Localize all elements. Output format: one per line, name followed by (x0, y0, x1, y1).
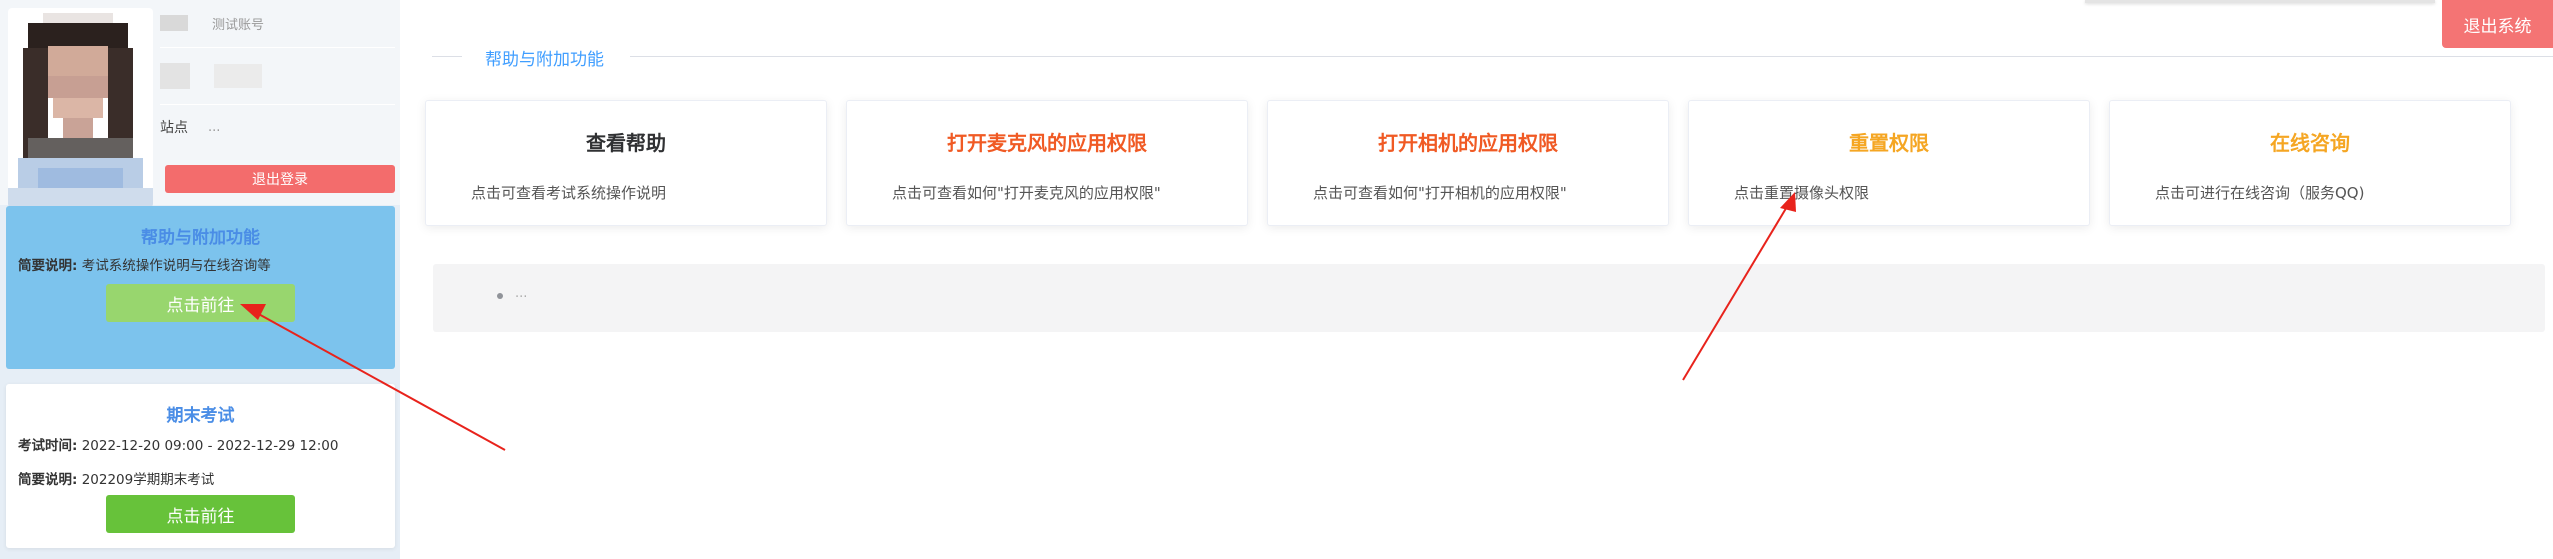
exam-time-value: 2022-12-20 09:00 - 2022-12-29 12:00 (81, 438, 339, 454)
name-label (160, 63, 190, 89)
func-card-camera[interactable]: 打开相机的应用权限 点击可查看如何"打开相机的应用权限" (1267, 100, 1669, 226)
logout-button[interactable]: 退出登录 (165, 165, 395, 193)
station-label: 站点 (160, 120, 188, 136)
func-card-desc: 点击重置摄像头权限 (1734, 184, 1870, 202)
exam-summary-value: 202209学期期末考试 (81, 472, 215, 488)
content-panel: ... (433, 264, 2545, 332)
name-value (214, 64, 262, 88)
panel-text: ... (515, 286, 528, 301)
func-card-microphone[interactable]: 打开麦克风的应用权限 点击可查看如何"打开麦克风的应用权限" (846, 100, 1248, 226)
func-card-title: 打开麦克风的应用权限 (947, 131, 1147, 155)
section-title: 帮助与附加功能 (485, 50, 604, 70)
name-row (160, 55, 395, 97)
func-card-desc: 点击可进行在线咨询（服务QQ) (2155, 184, 2365, 202)
avatar (8, 8, 153, 208)
exam-card-title: 期末考试 (166, 406, 235, 426)
help-go-button[interactable]: 点击前往 (106, 284, 295, 322)
station-value: ... (208, 119, 221, 135)
sidebar: 测试账号 站点 ... 退出登录 帮助与附加功能 简要说明: 考试系统操作说明与… (0, 0, 400, 559)
profile-panel: 测试账号 站点 ... 退出登录 (0, 0, 400, 208)
bullet-icon (497, 293, 503, 299)
divider (160, 104, 395, 105)
func-card-help[interactable]: 查看帮助 点击可查看考试系统操作说明 (425, 100, 827, 226)
exam-go-button[interactable]: 点击前往 (106, 495, 295, 533)
account-row: 测试账号 (160, 2, 395, 44)
help-summary-label: 简要说明: (18, 258, 78, 274)
func-card-title: 重置权限 (1849, 131, 1929, 155)
exit-system-button[interactable]: 退出系统 (2442, 0, 2553, 48)
help-card: 帮助与附加功能 简要说明: 考试系统操作说明与在线咨询等 点击前往 (6, 206, 395, 369)
func-card-reset[interactable]: 重置权限 点击重置摄像头权限 (1688, 100, 2090, 226)
func-card-title: 打开相机的应用权限 (1378, 131, 1558, 155)
exam-summary-label: 简要说明: (18, 472, 78, 488)
func-card-desc: 点击可查看考试系统操作说明 (471, 184, 667, 202)
help-card-summary: 简要说明: 考试系统操作说明与在线咨询等 (6, 254, 395, 274)
help-card-title: 帮助与附加功能 (141, 228, 260, 248)
exam-time: 考试时间: 2022-12-20 09:00 - 2022-12-29 12:0… (6, 434, 395, 454)
exam-time-label: 考试时间: (18, 438, 78, 454)
func-card-consult[interactable]: 在线咨询 点击可进行在线咨询（服务QQ) (2109, 100, 2511, 226)
func-card-desc: 点击可查看如何"打开麦克风的应用权限" (892, 184, 1161, 202)
account-label (160, 15, 188, 31)
account-value: 测试账号 (212, 17, 265, 33)
help-summary-value: 考试系统操作说明与在线咨询等 (81, 258, 271, 274)
station-row: 站点 ... (160, 106, 395, 148)
divider (160, 47, 395, 48)
top-dropdown-edge (2085, 0, 2435, 3)
exam-card: 期末考试 考试时间: 2022-12-20 09:00 - 2022-12-29… (6, 384, 395, 548)
func-card-desc: 点击可查看如何"打开相机的应用权限" (1313, 184, 1567, 202)
section-divider-left (432, 56, 462, 57)
section-divider-right (630, 56, 2553, 57)
exam-summary: 简要说明: 202209学期期末考试 (6, 468, 395, 488)
func-card-title: 查看帮助 (586, 131, 666, 155)
func-card-title: 在线咨询 (2270, 131, 2350, 155)
app-root: 测试账号 站点 ... 退出登录 帮助与附加功能 简要说明: 考试系统操作说明与… (0, 0, 2553, 559)
